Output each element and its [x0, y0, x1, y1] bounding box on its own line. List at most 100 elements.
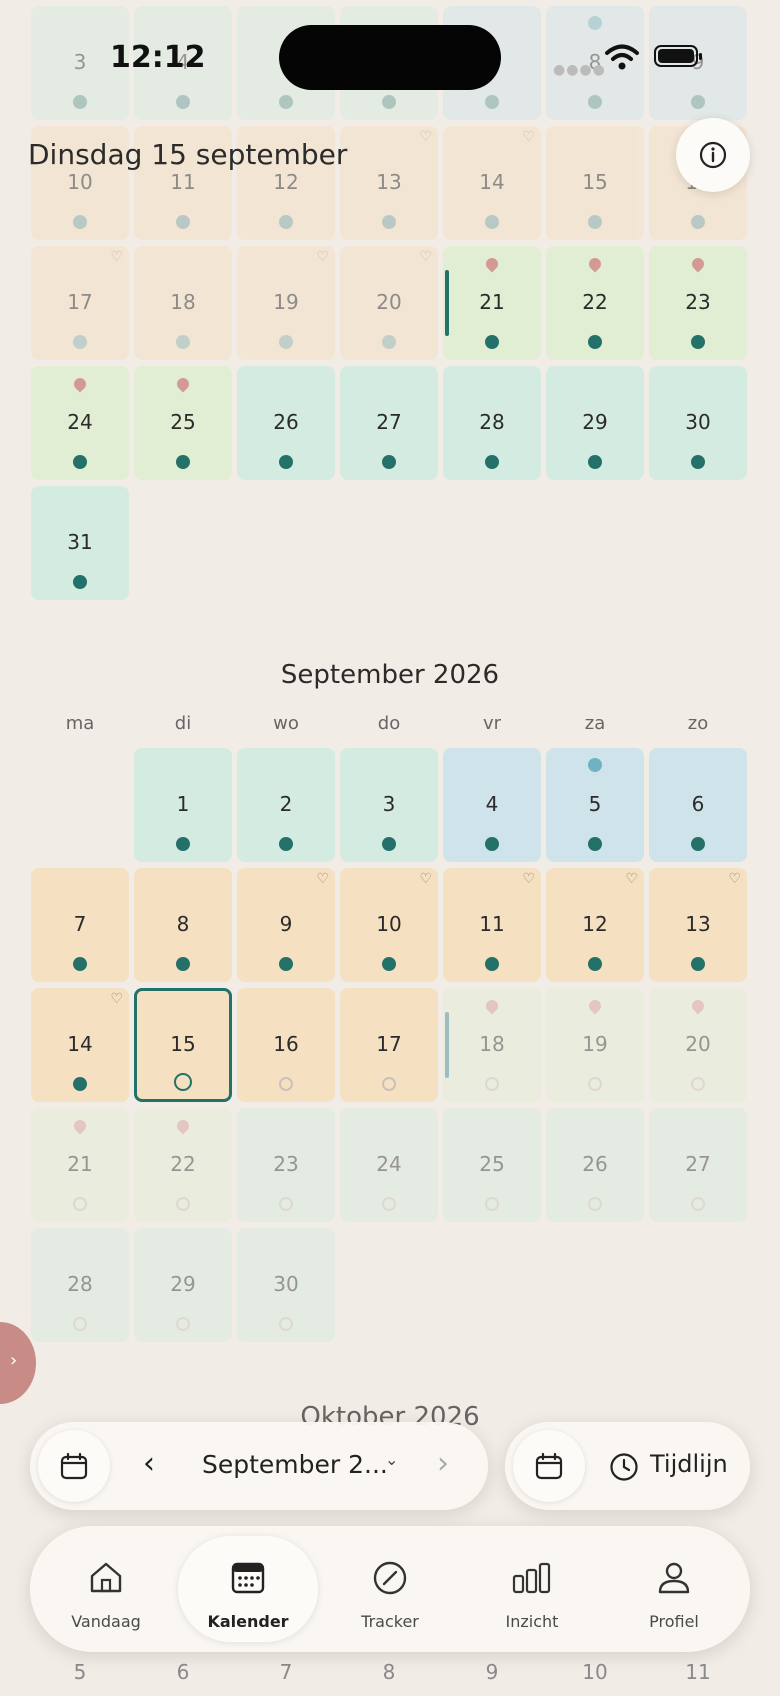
day-status-dot	[176, 95, 190, 109]
month-title-september: September 2026	[280, 660, 500, 690]
day-cell[interactable]: 26	[237, 366, 335, 480]
day-cell[interactable]: 1	[134, 748, 232, 862]
month-picker-label[interactable]: September 2...	[202, 1450, 388, 1479]
day-cell[interactable]: 17	[340, 988, 438, 1102]
wifi-icon	[605, 44, 639, 70]
top-indicator-dot	[588, 16, 602, 30]
day-cell[interactable]: 25	[443, 1108, 541, 1222]
day-cell[interactable]: 19 ♡	[237, 246, 335, 360]
day-cell[interactable]: 24	[340, 1108, 438, 1222]
day-status-dot	[279, 95, 293, 109]
previous-month-button[interactable]: ‹	[134, 1444, 164, 1488]
day-status-dot	[73, 335, 87, 349]
day-number: 29	[582, 410, 608, 434]
next-month-button[interactable]: ›	[428, 1444, 458, 1488]
signal-icon: ●●●●	[553, 62, 606, 78]
day-cell[interactable]: 4	[443, 748, 541, 862]
day-status-dot	[176, 1197, 190, 1211]
day-cell[interactable]: 29	[546, 366, 644, 480]
day-cell[interactable]: 20	[649, 988, 747, 1102]
day-cell[interactable]: 30	[237, 1228, 335, 1342]
timeline-view-button[interactable]: Tijdlijn	[609, 1444, 739, 1488]
day-cell[interactable]: 15	[546, 126, 644, 240]
day-status-dot	[73, 215, 87, 229]
day-number: 17	[376, 1032, 402, 1056]
drop-icon	[586, 997, 604, 1015]
day-number: 21	[67, 1152, 93, 1176]
day-number: 17	[67, 290, 93, 314]
day-cell[interactable]: 17 ♡	[31, 246, 129, 360]
day-cell[interactable]: 31	[31, 486, 129, 600]
calendar-picker-button[interactable]	[38, 1430, 110, 1502]
heart-icon: ♡	[419, 249, 432, 265]
day-cell[interactable]: 30	[649, 366, 747, 480]
day-cell[interactable]: 28	[443, 366, 541, 480]
day-number: 19	[582, 1032, 608, 1056]
day-number: 25	[479, 1152, 505, 1176]
day-number: 20	[685, 1032, 711, 1056]
day-cell[interactable]: 27	[340, 366, 438, 480]
calendar-view-button[interactable]	[513, 1430, 585, 1502]
timeline-label: Tijdlijn	[650, 1450, 728, 1478]
drop-icon	[689, 997, 707, 1015]
day-cell[interactable]: 29	[134, 1228, 232, 1342]
day-cell[interactable]: 28	[31, 1228, 129, 1342]
info-button[interactable]	[676, 118, 750, 192]
tab-label: Tracker	[361, 1612, 419, 1631]
day-cell[interactable]: 23	[237, 1108, 335, 1222]
day-cell[interactable]: 13 ♡	[340, 126, 438, 240]
day-cell[interactable]: 14 ♡	[443, 126, 541, 240]
day-number: 27	[685, 1152, 711, 1176]
day-cell[interactable]: 18	[443, 988, 541, 1102]
day-status-dot	[279, 957, 293, 971]
day-number: 24	[376, 1152, 402, 1176]
drop-icon	[71, 1117, 89, 1135]
day-cell[interactable]: 9 ♡	[237, 868, 335, 982]
day-number: 5	[588, 792, 602, 816]
day-cell[interactable]: 3	[340, 748, 438, 862]
day-cell[interactable]: 12 ♡	[546, 868, 644, 982]
day-status-dot	[691, 1077, 705, 1091]
day-cell[interactable]: 8	[134, 868, 232, 982]
chevron-down-icon[interactable]: ⌄	[385, 1450, 398, 1469]
day-cell[interactable]: 26	[546, 1108, 644, 1222]
day-cell[interactable]: 22	[134, 1108, 232, 1222]
heart-icon: ♡	[316, 871, 329, 887]
day-number: 6	[691, 792, 705, 816]
day-cell[interactable]: 23	[649, 246, 747, 360]
day-number: 19	[273, 290, 299, 314]
day-cell[interactable]: 11 ♡	[443, 868, 541, 982]
day-cell[interactable]: 21	[31, 1108, 129, 1222]
calendar-icon	[60, 1452, 88, 1480]
day-cell[interactable]: 15	[134, 988, 232, 1102]
day-number: 26	[273, 410, 299, 434]
day-cell[interactable]: 18	[134, 246, 232, 360]
day-cell[interactable]: 6	[649, 748, 747, 862]
day-number: 30	[685, 410, 711, 434]
day-cell[interactable]: 2	[237, 748, 335, 862]
day-cell[interactable]: 13 ♡	[649, 868, 747, 982]
day-cell[interactable]: 16	[237, 988, 335, 1102]
day-cell[interactable]: 10 ♡	[340, 868, 438, 982]
day-status-dot	[279, 335, 293, 349]
day-cell[interactable]: 14 ♡	[31, 988, 129, 1102]
day-cell[interactable]: 20 ♡	[340, 246, 438, 360]
day-status-dot	[382, 957, 396, 971]
day-number: 16	[273, 1032, 299, 1056]
tab-vandaag[interactable]: Vandaag	[41, 1554, 171, 1644]
tab-kalender[interactable]: Kalender	[183, 1554, 313, 1644]
tab-tracker[interactable]: Tracker	[325, 1554, 455, 1644]
tab-inzicht[interactable]: Inzicht	[467, 1554, 597, 1644]
day-cell[interactable]: 19	[546, 988, 644, 1102]
day-cell[interactable]: 21	[443, 246, 541, 360]
day-cell[interactable]: 7	[31, 868, 129, 982]
drop-icon	[689, 255, 707, 273]
day-status-dot	[485, 837, 499, 851]
day-cell[interactable]: 22	[546, 246, 644, 360]
day-number: 1	[176, 792, 190, 816]
day-cell[interactable]: 24	[31, 366, 129, 480]
day-cell[interactable]: 25	[134, 366, 232, 480]
tab-profiel[interactable]: Profiel	[609, 1554, 739, 1644]
day-cell[interactable]: 5	[546, 748, 644, 862]
day-cell[interactable]: 27	[649, 1108, 747, 1222]
